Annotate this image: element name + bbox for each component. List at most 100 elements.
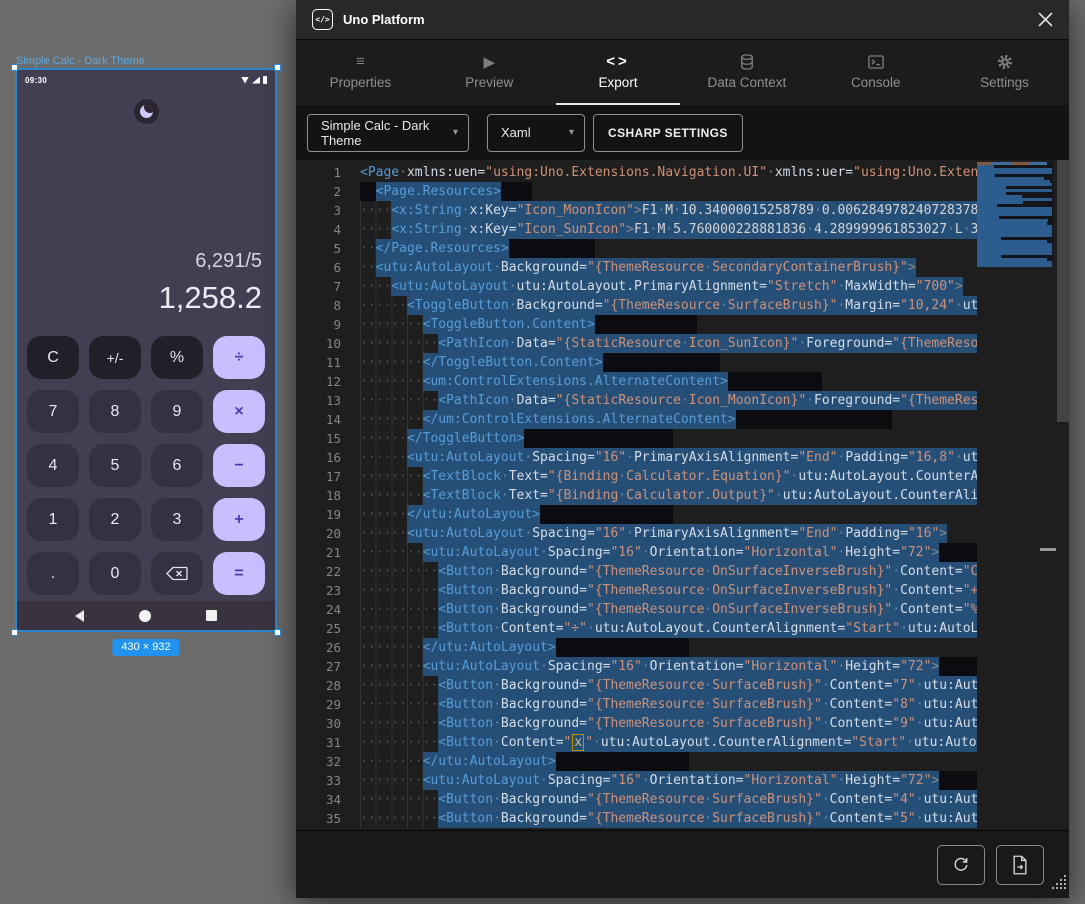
calc-key-×[interactable]: ×	[213, 390, 265, 433]
code-line: 4····<x:String·x:Key="Icon_SunIcon">F1·M…	[296, 220, 977, 239]
code-text: </utu:AutoLayout>	[423, 752, 556, 771]
tab-strip: ≡ Properties▶Preview<>ExportData ContextC…	[296, 40, 1069, 105]
calc-key-%[interactable]: %	[151, 336, 203, 379]
scrollbar-thumb[interactable]	[1057, 160, 1069, 422]
calc-key-4[interactable]: 4	[27, 444, 79, 487]
line-number: 29	[296, 695, 341, 714]
resize-handle-bottom-left[interactable]	[11, 629, 18, 636]
nav-recents-icon[interactable]	[206, 610, 217, 621]
indent-whitespace: ··	[360, 182, 376, 201]
calc-key-=[interactable]: =	[213, 552, 265, 595]
minimap-slider[interactable]	[1040, 548, 1056, 551]
theme-select[interactable]: Simple Calc - Dark Theme ▾	[307, 114, 469, 152]
code-text: <Button·Background="{ThemeResource·OnSur…	[438, 562, 977, 581]
resize-handle-top-left[interactable]	[11, 64, 18, 71]
calc-key-6[interactable]: 6	[151, 444, 203, 487]
frame-label[interactable]: Simple Calc - Dark Theme	[16, 55, 145, 67]
tab-settings[interactable]: Settings	[940, 40, 1069, 105]
theme-select-value: Simple Calc - Dark Theme	[321, 118, 443, 148]
calc-key-5[interactable]: 5	[89, 444, 141, 487]
code-text: </utu:AutoLayout>	[407, 505, 540, 524]
line-number: 26	[296, 638, 341, 657]
code-text: <um:ControlExtensions.AlternateContent>	[423, 372, 728, 391]
tab-label: Properties	[296, 75, 425, 90]
indent-whitespace: ········	[360, 467, 423, 486]
tab-data-context[interactable]: Data Context	[682, 40, 811, 105]
battery-icon	[263, 76, 267, 84]
indent-whitespace: ··········	[360, 695, 438, 714]
calc-key-.[interactable]: .	[27, 552, 79, 595]
calc-key-+/-[interactable]: +/-	[89, 336, 141, 379]
code-line: 31··········<Button·Content="x"·utu:Auto…	[296, 733, 977, 752]
indent-whitespace: ··········	[360, 562, 438, 581]
resize-handle-bottom-right[interactable]	[274, 629, 281, 636]
code-line: 5··</Page.Resources>	[296, 239, 977, 258]
moon-icon	[140, 105, 153, 118]
code-text: </um:ControlExtensions.AlternateContent>	[423, 410, 736, 429]
code-line: 29··········<Button·Background="{ThemeRe…	[296, 695, 977, 714]
code-line: 16······<utu:AutoLayout·Spacing="16"·Pri…	[296, 448, 977, 467]
calc-key-−[interactable]: −	[213, 444, 265, 487]
calc-key-3[interactable]: 3	[151, 498, 203, 541]
nav-back-icon[interactable]	[75, 610, 84, 622]
theme-toggle-button[interactable]	[134, 99, 159, 124]
indent-whitespace: ····	[360, 277, 391, 296]
calc-key-7[interactable]: 7	[27, 390, 79, 433]
resize-grip[interactable]	[1048, 871, 1068, 896]
calc-key-backspace[interactable]	[151, 552, 203, 595]
calc-key-2[interactable]: 2	[89, 498, 141, 541]
code-line: 3····<x:String·x:Key="Icon_MoonIcon">F1·…	[296, 201, 977, 220]
code-line: 1<Page·xmlns:uen="using:Uno.Extensions.N…	[296, 163, 977, 182]
export-file-button[interactable]	[996, 845, 1044, 885]
calculator-output: 1,258.2	[159, 280, 262, 316]
indent-whitespace: ········	[360, 752, 423, 771]
resize-handle-top-right[interactable]	[274, 64, 281, 71]
line-number: 33	[296, 771, 341, 790]
code-text: <Button·Background="{ThemeResource·Surfa…	[438, 809, 977, 828]
indent-whitespace: ········	[360, 410, 423, 429]
code-line: 2··<Page.Resources>	[296, 182, 977, 201]
tab-preview[interactable]: ▶Preview	[425, 40, 554, 105]
indent-whitespace: ········	[360, 486, 423, 505]
indent-whitespace: ······	[360, 296, 407, 315]
code-line: 11········</ToggleButton.Content>	[296, 353, 977, 372]
tab-export[interactable]: <>Export	[554, 40, 683, 105]
phone-preview-frame[interactable]: 09:30 6,291/5 1,258.2 C+/-%÷789×456−123+…	[15, 68, 277, 632]
calc-key-1[interactable]: 1	[27, 498, 79, 541]
code-line: 35··········<Button·Background="{ThemeRe…	[296, 809, 977, 828]
code-text: <Button·Background="{ThemeResource·Surfa…	[438, 676, 977, 695]
calc-key-0[interactable]: 0	[89, 552, 141, 595]
status-icons	[241, 76, 267, 84]
tab-label: Console	[811, 75, 940, 90]
line-number: 4	[296, 220, 341, 239]
tab-label: Settings	[940, 75, 1069, 90]
calc-key-9[interactable]: 9	[151, 390, 203, 433]
format-select[interactable]: Xaml ▾	[487, 114, 585, 152]
refresh-button[interactable]	[937, 845, 985, 885]
minimap[interactable]	[977, 162, 1055, 830]
nav-home-icon[interactable]	[139, 610, 151, 622]
code-content[interactable]: 1<Page·xmlns:uen="using:Uno.Extensions.N…	[296, 163, 977, 830]
line-number: 1	[296, 163, 341, 182]
line-number: 11	[296, 353, 341, 372]
indent-whitespace: ··········	[360, 581, 438, 600]
indent-whitespace: ··········	[360, 600, 438, 619]
line-number: 23	[296, 581, 341, 600]
editor-scrollbar[interactable]	[1057, 160, 1069, 830]
calc-key-8[interactable]: 8	[89, 390, 141, 433]
calc-key-+[interactable]: +	[213, 498, 265, 541]
list-icon: ≡	[296, 51, 425, 72]
calc-key-C[interactable]: C	[27, 336, 79, 379]
code-text: </ToggleButton.Content>	[423, 353, 603, 372]
line-number: 32	[296, 752, 341, 771]
tab-label: Data Context	[682, 75, 811, 90]
indent-whitespace: ··········	[360, 790, 438, 809]
code-text: <PathIcon·Data="{StaticResource·Icon_Sun…	[438, 334, 977, 353]
csharp-settings-button[interactable]: CSHARP SETTINGS	[593, 114, 743, 152]
close-icon[interactable]	[1038, 12, 1053, 27]
code-text: <utu:AutoLayout·Spacing="16"·Orientation…	[423, 657, 940, 676]
tab-console[interactable]: Console	[811, 40, 940, 105]
tab-properties[interactable]: ≡ Properties	[296, 40, 425, 105]
calc-key-÷[interactable]: ÷	[213, 336, 265, 379]
code-editor[interactable]: 1<Page·xmlns:uen="using:Uno.Extensions.N…	[296, 160, 1069, 830]
